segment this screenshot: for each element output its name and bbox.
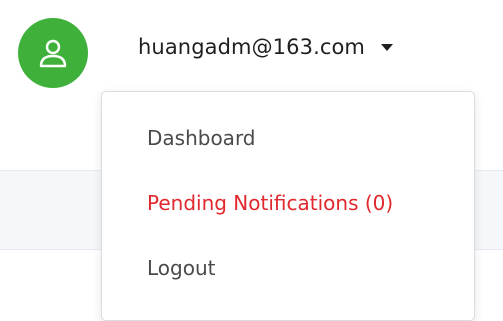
menu-item-pending-notifications[interactable]: Pending Notifications (0) (147, 189, 393, 217)
caret-down-icon (381, 43, 393, 51)
user-avatar[interactable] (18, 18, 88, 88)
user-dropdown-menu: Dashboard Pending Notifications (0) Logo… (101, 91, 475, 321)
menu-item-logout[interactable]: Logout (147, 254, 215, 282)
user-menu-trigger[interactable]: huangadm@163.com (138, 30, 393, 64)
user-email: huangadm@163.com (138, 35, 365, 59)
user-icon (39, 39, 67, 68)
menu-item-dashboard[interactable]: Dashboard (147, 124, 256, 152)
